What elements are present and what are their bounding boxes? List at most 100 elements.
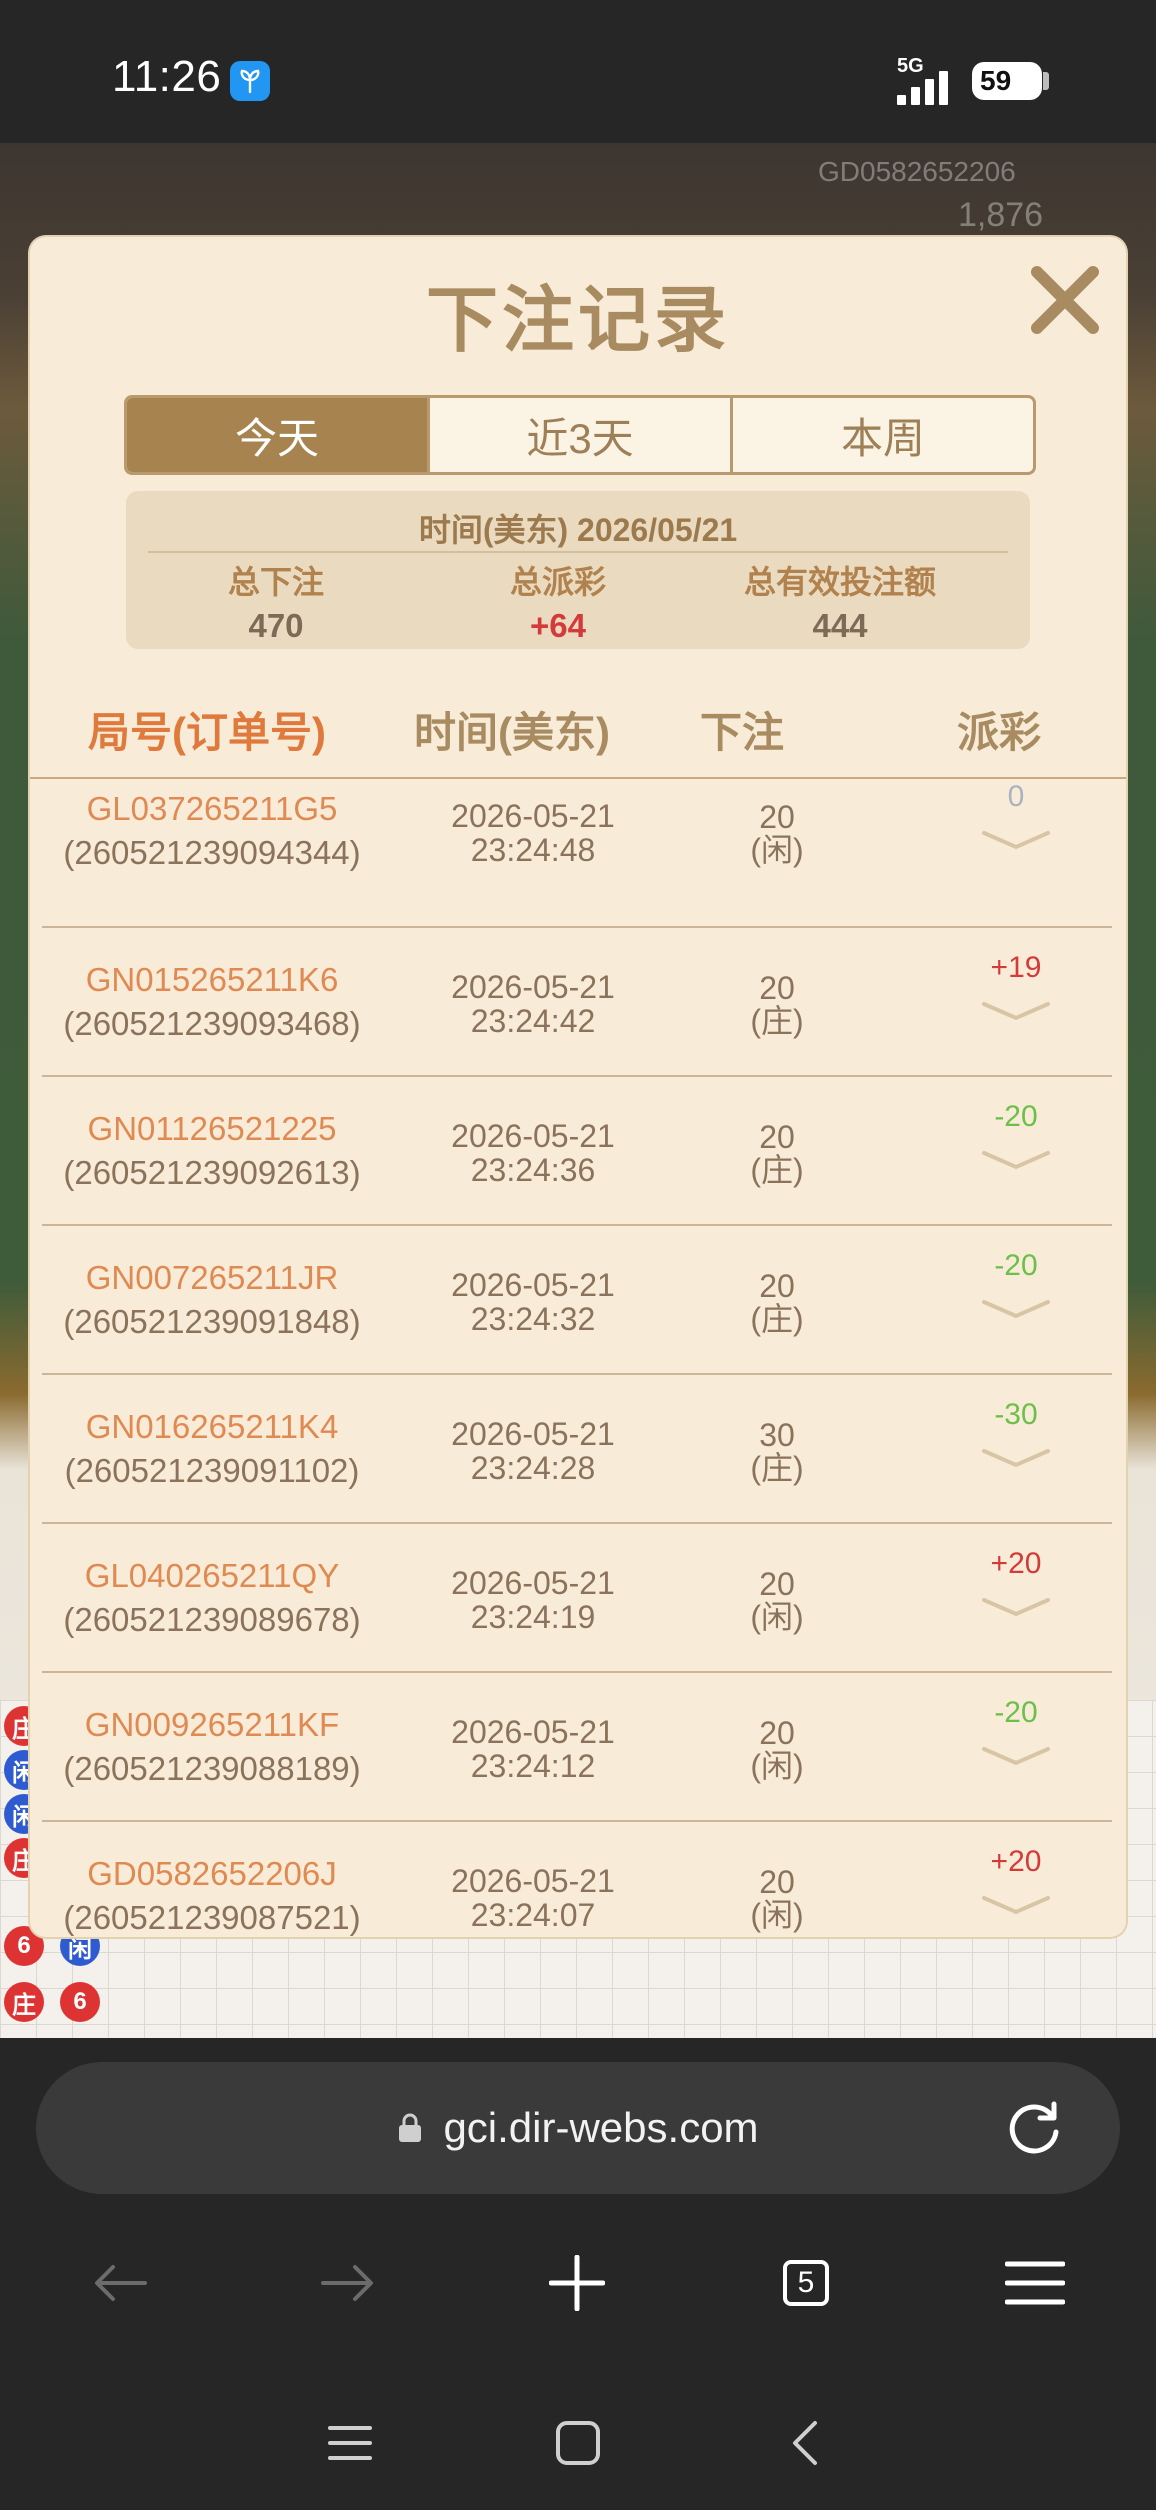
- table-row[interactable]: GN016265211K4 (260521239091102) 2026-05-…: [42, 1375, 1112, 1524]
- time-cell: 2026-05-21 23:24:42: [408, 970, 658, 1038]
- time-cell: 2026-05-21 23:24:07: [408, 1864, 658, 1932]
- valid-bet-label: 总有效投注额: [743, 564, 936, 600]
- total-bet-value: 470: [248, 607, 304, 644]
- chevron-down-icon[interactable]: [981, 1298, 1051, 1320]
- column-header-time: 时间(美东): [414, 709, 610, 756]
- menu-button[interactable]: [990, 2248, 1080, 2318]
- chevron-down-icon[interactable]: [981, 1149, 1051, 1171]
- system-back-button[interactable]: [764, 2408, 844, 2478]
- order-cell: GN007265211JR (260521239091848): [42, 1258, 382, 1342]
- bet-cell: 20 (庄): [682, 1270, 872, 1336]
- payout-value: -30: [994, 1398, 1038, 1431]
- payout-cell: 0: [946, 779, 1086, 851]
- order-cell: GD0582652206J (260521239087521): [42, 1854, 382, 1937]
- chevron-down-icon[interactable]: [981, 1596, 1051, 1618]
- bet-time: 23:24:28: [470, 1450, 596, 1486]
- chevron-down-icon[interactable]: [981, 829, 1051, 851]
- battery-tip: [1043, 72, 1049, 90]
- table-row[interactable]: GD0582652206J (260521239087521) 2026-05-…: [42, 1822, 1112, 1937]
- order-cell: GN015265211K6 (260521239093468): [42, 960, 382, 1044]
- bet-record-modal: 下注记录 今天 近3天 本周 时间(美东) 2026/05/21 总下注 470…: [30, 237, 1126, 1937]
- order-number: (260521239092613): [63, 1154, 361, 1191]
- chevron-down-icon[interactable]: [981, 1745, 1051, 1767]
- order-cell: GN01126521225 (260521239092613): [42, 1109, 382, 1193]
- tabs-icon: 5: [783, 2260, 829, 2306]
- order-cell: GL040265211QY (260521239089678): [42, 1556, 382, 1640]
- bet-record-list[interactable]: GL037265211G5 (260521239094344) 2026-05-…: [42, 779, 1112, 1937]
- order-cell: GL037265211G5 (260521239094344): [42, 789, 382, 873]
- signal-icon: 5G: [897, 55, 962, 105]
- bet-date: 2026-05-21: [451, 1267, 615, 1303]
- table-row[interactable]: GL040265211QY (260521239089678) 2026-05-…: [42, 1524, 1112, 1673]
- system-back-icon: [793, 2421, 817, 2465]
- summary-time: 时间(美东) 2026/05/21: [418, 512, 738, 548]
- order-number: (260521239091848): [63, 1303, 361, 1340]
- table-row[interactable]: GN007265211JR (260521239091848) 2026-05-…: [42, 1226, 1112, 1375]
- back-arrow-icon: [95, 2265, 147, 2301]
- back-button[interactable]: [76, 2248, 166, 2318]
- status-time: 11:26: [112, 52, 222, 101]
- bet-side: (闲): [750, 1599, 804, 1635]
- forward-button[interactable]: [302, 2248, 392, 2318]
- chevron-down-icon[interactable]: [981, 1447, 1051, 1469]
- background-game-number: 1,876: [958, 196, 1044, 234]
- bet-side: (闲): [750, 832, 804, 868]
- game-id: GN016265211K4: [85, 1408, 339, 1445]
- bet-amount: 20: [759, 1119, 795, 1155]
- bet-side: (庄): [750, 1301, 804, 1337]
- payout-value: +20: [990, 1547, 1042, 1580]
- payout-cell: -20: [946, 1248, 1086, 1320]
- tabs-button[interactable]: 5: [761, 2248, 851, 2318]
- home-button[interactable]: [538, 2408, 618, 2478]
- table-header: 局号(订单号) 时间(美东) 下注 派彩: [30, 699, 1126, 779]
- table-row[interactable]: GN009265211KF (260521239088189) 2026-05-…: [42, 1673, 1112, 1822]
- chevron-down-icon[interactable]: [981, 1894, 1051, 1916]
- tab-last-3-days[interactable]: 近3天: [427, 398, 730, 472]
- recents-icon: [328, 2426, 372, 2460]
- menu-icon: [1005, 2261, 1065, 2305]
- tab-count: 5: [797, 2266, 815, 2299]
- bet-cell: 20 (庄): [682, 1121, 872, 1187]
- bet-side: (闲): [750, 1748, 804, 1784]
- summary-total-payout: 总派彩 +64: [408, 557, 708, 645]
- payout-value: +19: [990, 951, 1042, 984]
- payout-cell: -20: [946, 1099, 1086, 1171]
- payout-value: -20: [994, 1696, 1038, 1729]
- bet-time: 23:24:36: [470, 1152, 596, 1188]
- total-payout-value: +64: [530, 607, 586, 644]
- tab-this-week[interactable]: 本周: [730, 398, 1033, 472]
- close-icon: [1031, 266, 1099, 334]
- new-tab-button[interactable]: [532, 2248, 622, 2318]
- table-row[interactable]: GN01126521225 (260521239092613) 2026-05-…: [42, 1077, 1112, 1226]
- game-id: GN01126521225: [87, 1110, 337, 1147]
- column-header-payout: 派彩: [957, 709, 1042, 756]
- bet-cell: 30 (庄): [682, 1419, 872, 1485]
- reload-icon[interactable]: [1002, 2096, 1066, 2160]
- bet-amount: 30: [759, 1417, 795, 1453]
- game-id: GN007265211JR: [85, 1259, 339, 1296]
- bet-date: 2026-05-21: [451, 1118, 615, 1154]
- payout-cell: -20: [946, 1695, 1086, 1767]
- bet-amount: 20: [759, 1715, 795, 1751]
- order-number: (260521239089678): [63, 1601, 361, 1638]
- order-number: (260521239091102): [64, 1452, 360, 1489]
- time-cell: 2026-05-21 23:24:12: [408, 1715, 658, 1783]
- url-bar[interactable]: gci.dir-webs.com: [36, 2062, 1120, 2194]
- time-cell: 2026-05-21 23:24:28: [408, 1417, 658, 1485]
- table-row[interactable]: GL037265211G5 (260521239094344) 2026-05-…: [42, 779, 1112, 928]
- app-badge-icon: [230, 61, 270, 101]
- tab-today[interactable]: 今天: [127, 398, 427, 472]
- bet-amount: 20: [759, 1268, 795, 1304]
- recents-button[interactable]: [310, 2408, 390, 2478]
- url-display[interactable]: gci.dir-webs.com: [36, 2062, 1120, 2194]
- table-row[interactable]: GN015265211K6 (260521239093468) 2026-05-…: [42, 928, 1112, 1077]
- background-game-id: GD0582652206: [818, 156, 1016, 187]
- bet-date: 2026-05-21: [451, 1565, 615, 1601]
- chevron-down-icon[interactable]: [981, 1000, 1051, 1022]
- modal-title: 下注记录: [425, 281, 730, 361]
- bet-cell: 20 (闲): [682, 1717, 872, 1783]
- summary-total-bet: 总下注 470: [126, 557, 426, 645]
- summary-divider: [148, 551, 1008, 553]
- close-button[interactable]: [1020, 255, 1110, 345]
- order-number: (260521239087521): [63, 1899, 361, 1936]
